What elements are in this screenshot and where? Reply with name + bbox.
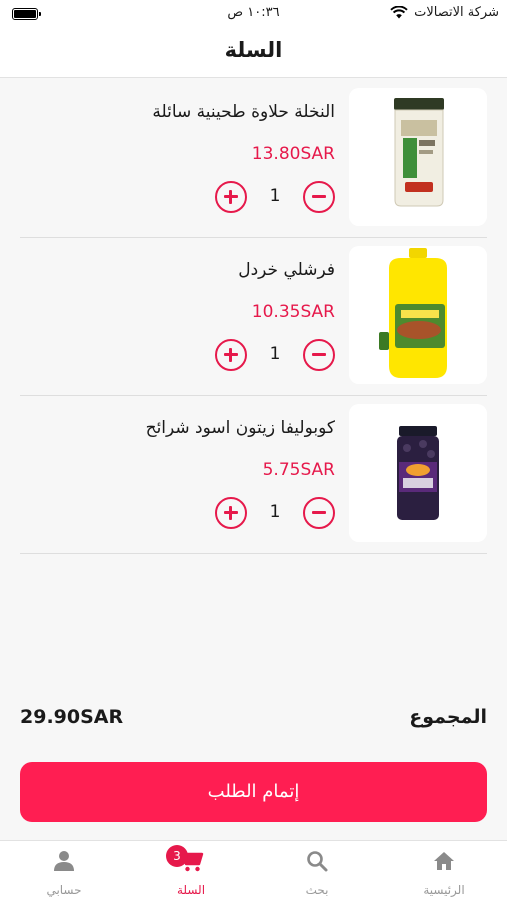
- tab-home-label: الرئيسية: [423, 883, 465, 897]
- checkout-button[interactable]: إتمام الطلب: [20, 762, 487, 822]
- item-name: فرشلي خردل: [238, 260, 335, 280]
- tab-cart-label: السلة: [176, 883, 206, 897]
- page-title: السلة: [224, 38, 283, 62]
- quantity-stepper: 1: [215, 339, 335, 373]
- decrease-quantity-button[interactable]: [303, 497, 335, 529]
- increase-quantity-button[interactable]: [215, 181, 247, 213]
- item-price: 10.35SAR: [251, 302, 335, 322]
- item-price: 5.75SAR: [262, 460, 335, 480]
- increase-quantity-button[interactable]: [215, 339, 247, 371]
- item-price: 13.80SAR: [251, 144, 335, 164]
- tab-home[interactable]: الرئيسية: [381, 841, 507, 900]
- total-value: 29.90SAR: [20, 706, 124, 728]
- tab-cart[interactable]: 3 السلة: [128, 841, 254, 900]
- minus-icon: [312, 195, 326, 198]
- cart-count-badge: 3: [166, 845, 188, 867]
- item-name: كوبوليفا زيتون اسود شرائح: [145, 418, 335, 438]
- product-image-halawa[interactable]: [349, 88, 487, 226]
- mustard-bottle-icon: [349, 246, 487, 384]
- decrease-quantity-button[interactable]: [303, 181, 335, 213]
- cart-item: فرشلي خردل 10.35SAR 1: [0, 238, 507, 396]
- minus-icon: [312, 511, 326, 514]
- increase-quantity-button[interactable]: [215, 497, 247, 529]
- status-bar: شركة الاتصالات ١٠:٣٦ ص: [0, 0, 507, 28]
- quantity-value: 1: [269, 186, 281, 206]
- tab-account-label: حسابي: [46, 883, 82, 897]
- olive-jar-icon: [349, 404, 487, 542]
- tab-account[interactable]: حسابي: [1, 841, 127, 900]
- total-label: المجموع: [409, 706, 487, 728]
- item-name: النخلة حلاوة طحينية سائلة: [152, 102, 335, 122]
- quantity-value: 1: [269, 502, 281, 522]
- header: السلة: [0, 28, 507, 78]
- tab-search[interactable]: بحث: [254, 841, 380, 900]
- product-image-mustard[interactable]: [349, 246, 487, 384]
- quantity-stepper: 1: [215, 181, 335, 215]
- minus-icon: [312, 353, 326, 356]
- clock: ١٠:٣٦ ص: [227, 5, 280, 20]
- battery-icon: [12, 8, 41, 20]
- order-total: المجموع 29.90SAR: [0, 706, 507, 736]
- tab-bar: الرئيسية بحث 3 السلة حسابي: [0, 840, 507, 900]
- divider: [20, 553, 487, 554]
- cart-item: كوبوليفا زيتون اسود شرائح 5.75SAR 1: [0, 396, 507, 554]
- home-icon: [434, 852, 454, 870]
- decrease-quantity-button[interactable]: [303, 339, 335, 371]
- user-icon: [54, 851, 74, 871]
- quantity-stepper: 1: [215, 497, 335, 531]
- cart-item: النخلة حلاوة طحينية سائلة 13.80SAR 1: [0, 80, 507, 238]
- search-icon: [307, 851, 328, 872]
- quantity-value: 1: [269, 344, 281, 364]
- tab-search-label: بحث: [305, 883, 329, 897]
- product-image-olives[interactable]: [349, 404, 487, 542]
- halawa-jar-icon: [349, 88, 487, 226]
